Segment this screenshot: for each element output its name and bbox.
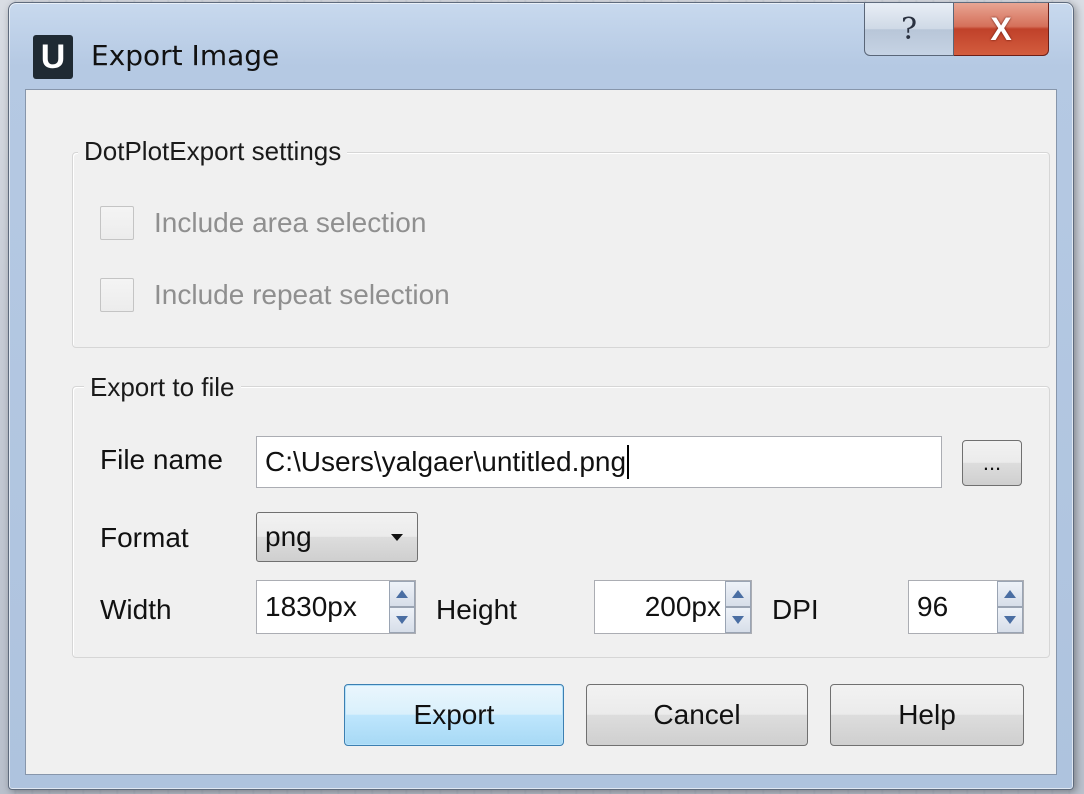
export-group-title: Export to file bbox=[84, 372, 241, 403]
height-value: 200px bbox=[644, 591, 721, 622]
file-name-value: C:\Users\yalgaer\untitled.png bbox=[265, 446, 627, 477]
spin-up-icon[interactable] bbox=[725, 581, 751, 607]
window-title: Export Image bbox=[91, 39, 280, 72]
settings-groupbox bbox=[72, 152, 1050, 348]
file-name-input[interactable]: C:\Users\yalgaer\untitled.png bbox=[256, 436, 942, 488]
help-question-icon: ? bbox=[900, 11, 918, 47]
include-repeat-checkbox[interactable] bbox=[100, 278, 134, 312]
close-button[interactable]: X bbox=[954, 3, 1049, 56]
spin-down-icon[interactable] bbox=[997, 607, 1023, 633]
export-button[interactable]: Export bbox=[344, 684, 564, 746]
title-bar[interactable]: U Export Image ? X bbox=[9, 3, 1073, 89]
help-titlebar-button[interactable]: ? bbox=[864, 3, 954, 56]
chevron-down-icon bbox=[391, 534, 403, 541]
dpi-value: 96 bbox=[917, 591, 949, 622]
help-button[interactable]: Help bbox=[830, 684, 1024, 746]
format-label: Format bbox=[100, 522, 189, 553]
browse-button[interactable]: ... bbox=[962, 440, 1022, 486]
file-name-label: File name bbox=[100, 444, 223, 475]
help-button-label: Help bbox=[898, 699, 956, 730]
export-groupbox bbox=[72, 386, 1050, 658]
export-button-label: Export bbox=[413, 699, 495, 730]
format-value: png bbox=[265, 521, 312, 552]
close-icon: X bbox=[990, 10, 1012, 47]
dpi-spinbox[interactable]: 96 bbox=[908, 580, 1024, 634]
include-area-checkbox[interactable] bbox=[100, 206, 134, 240]
width-spin-buttons bbox=[389, 581, 415, 633]
export-image-dialog: U Export Image ? X DotPlotExport setting… bbox=[8, 2, 1074, 790]
title-bar-buttons: ? X bbox=[864, 3, 1049, 56]
cancel-button[interactable]: Cancel bbox=[586, 684, 808, 746]
height-label: Height bbox=[436, 594, 517, 625]
include-repeat-row: Include repeat selection bbox=[100, 278, 450, 312]
width-value: 1830px bbox=[265, 591, 357, 622]
height-spin-buttons bbox=[725, 581, 751, 633]
app-icon: U bbox=[33, 35, 73, 79]
dialog-client-area: DotPlotExport settings Include area sele… bbox=[25, 89, 1057, 775]
settings-group-title: DotPlotExport settings bbox=[78, 136, 348, 167]
spin-up-icon[interactable] bbox=[389, 581, 415, 607]
cancel-button-label: Cancel bbox=[653, 699, 741, 730]
width-spinbox[interactable]: 1830px bbox=[256, 580, 416, 634]
include-area-row: Include area selection bbox=[100, 206, 426, 240]
include-area-label: Include area selection bbox=[154, 207, 427, 238]
browse-label: ... bbox=[982, 450, 1002, 475]
spin-down-icon[interactable] bbox=[725, 607, 751, 633]
dpi-spin-buttons bbox=[997, 581, 1023, 633]
width-label: Width bbox=[100, 594, 172, 625]
include-repeat-label: Include repeat selection bbox=[154, 279, 450, 310]
text-caret bbox=[627, 445, 630, 479]
dpi-label: DPI bbox=[772, 594, 819, 625]
format-select[interactable]: png bbox=[256, 512, 418, 562]
spin-down-icon[interactable] bbox=[389, 607, 415, 633]
height-spinbox[interactable]: 200px bbox=[594, 580, 752, 634]
spin-up-icon[interactable] bbox=[997, 581, 1023, 607]
